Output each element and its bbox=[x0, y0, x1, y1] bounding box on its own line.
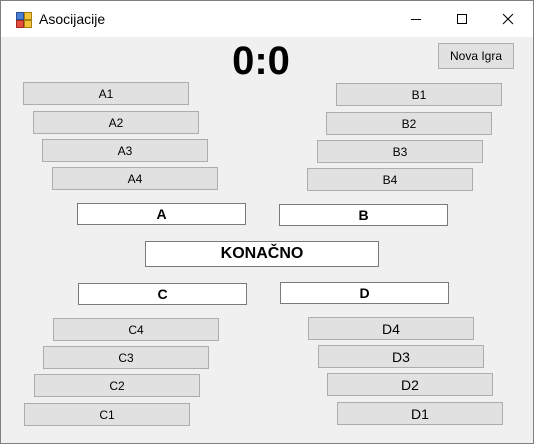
cell-b4[interactable]: B4 bbox=[307, 168, 473, 191]
cell-a4[interactable]: A4 bbox=[52, 167, 218, 190]
app-window: Asocijacije 0:0 Nova Igra A1 A2 A3 A4 B1… bbox=[0, 0, 534, 444]
answer-b-field[interactable]: B bbox=[279, 204, 448, 226]
answer-d-field[interactable]: D bbox=[280, 282, 449, 304]
close-icon bbox=[502, 13, 514, 25]
close-button[interactable] bbox=[485, 1, 531, 37]
cell-c1[interactable]: C1 bbox=[24, 403, 190, 426]
cell-a3[interactable]: A3 bbox=[42, 139, 208, 162]
score-display: 0:0 bbox=[232, 39, 290, 83]
cell-d4[interactable]: D4 bbox=[308, 317, 474, 340]
new-game-button[interactable]: Nova Igra bbox=[438, 43, 514, 69]
maximize-icon bbox=[457, 14, 467, 24]
final-answer-field[interactable]: KONAČNO bbox=[145, 241, 379, 267]
cell-b3[interactable]: B3 bbox=[317, 140, 483, 163]
cell-d3[interactable]: D3 bbox=[318, 345, 484, 368]
cell-b2[interactable]: B2 bbox=[326, 112, 492, 135]
title-bar: Asocijacije bbox=[1, 1, 533, 37]
cell-c3[interactable]: C3 bbox=[43, 346, 209, 369]
cell-c4[interactable]: C4 bbox=[53, 318, 219, 341]
app-icon bbox=[16, 12, 32, 28]
cell-c2[interactable]: C2 bbox=[34, 374, 200, 397]
answer-c-field[interactable]: C bbox=[78, 283, 247, 305]
maximize-button[interactable] bbox=[439, 1, 485, 37]
cell-d1[interactable]: D1 bbox=[337, 402, 503, 425]
window-title: Asocijacije bbox=[39, 11, 106, 27]
minimize-icon bbox=[411, 19, 421, 20]
answer-a-field[interactable]: A bbox=[77, 203, 246, 225]
cell-b1[interactable]: B1 bbox=[336, 83, 502, 106]
cell-d2[interactable]: D2 bbox=[327, 373, 493, 396]
minimize-button[interactable] bbox=[393, 1, 439, 37]
cell-a2[interactable]: A2 bbox=[33, 111, 199, 134]
cell-a1[interactable]: A1 bbox=[23, 82, 189, 105]
